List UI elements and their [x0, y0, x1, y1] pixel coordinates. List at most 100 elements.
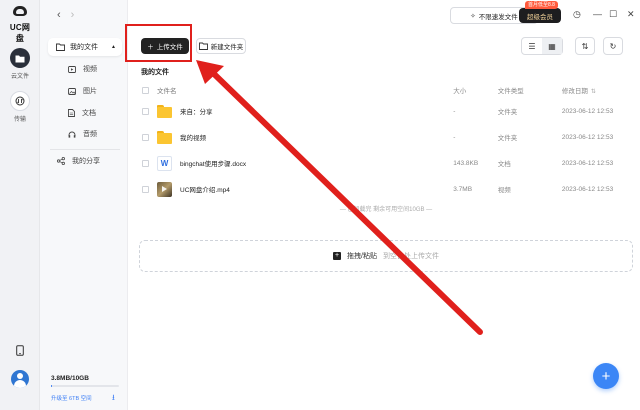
transfer-button[interactable]: [10, 91, 30, 111]
storage-bar-fill: [51, 385, 53, 387]
rail-label-transfer: 传输: [13, 117, 26, 123]
image-icon: [68, 87, 76, 95]
table-row[interactable]: Wbingchat使用步骤.docx 143.8KB 文档 2023-06-12…: [141, 150, 631, 176]
video-thumbnail-icon: [157, 181, 172, 197]
rail-label-cloud-files: 云文件: [10, 74, 29, 80]
new-folder-label: 新建文件夹: [210, 44, 244, 51]
back-arrow-icon[interactable]: ‹: [57, 9, 61, 21]
file-size: -: [453, 133, 456, 141]
table-header: 文件名 大小 文件类型 修改日期 ⇅: [141, 82, 631, 98]
file-date: 2023-06-12 12:53: [561, 107, 614, 115]
headphones-icon: [68, 131, 76, 138]
video-icon: [68, 65, 76, 73]
column-type[interactable]: 文件类型: [498, 85, 562, 95]
send-spark-icon: ✧: [470, 12, 476, 20]
folder-outline-icon: [56, 43, 65, 51]
file-size: 143.8KB: [453, 159, 479, 167]
folder-icon: [157, 130, 172, 145]
sidebar-item-my-files[interactable]: 我的文件 ▲: [48, 38, 122, 56]
row-checkbox[interactable]: [142, 185, 149, 193]
refresh-icon[interactable]: ↻: [603, 37, 623, 55]
upgrade-storage-link[interactable]: 升级至 6TB 空间: [51, 394, 92, 402]
folder-icon: [157, 104, 172, 119]
column-name[interactable]: 文件名: [157, 85, 453, 95]
new-folder-icon: [198, 42, 208, 50]
close-icon[interactable]: ✕: [627, 9, 635, 20]
new-folder-button[interactable]: 新建文件夹: [196, 38, 246, 54]
file-type: 文档: [497, 161, 511, 168]
sidebar-item-my-share[interactable]: 我的分享: [57, 156, 100, 166]
share-icon: [57, 157, 65, 165]
file-name[interactable]: 我的视频: [180, 132, 206, 142]
nav-arrows: ‹ ›: [57, 9, 74, 21]
storage-bar: [51, 385, 119, 387]
main-panel: ✧ 不限速发文件 超级会员 首月低至8.8 ◷ — ☐ ✕ ＋ 上传文件 新建文…: [125, 0, 640, 410]
transfer-icon: [15, 96, 25, 106]
row-checkbox[interactable]: [142, 133, 149, 141]
file-type: 文件夹: [497, 109, 518, 116]
row-checkbox[interactable]: [142, 159, 149, 167]
uc-logo-icon: [12, 6, 28, 20]
sort-arrow-icon: ⇅: [590, 89, 596, 95]
file-date: 2023-06-12 12:53: [561, 185, 614, 193]
speed-button-label: 不限速发文件: [478, 13, 518, 21]
file-size: 3.7MB: [453, 185, 473, 193]
sidebar-item-documents[interactable]: 文档: [68, 108, 96, 118]
sidebar-item-video[interactable]: 视频: [68, 64, 97, 74]
table-row[interactable]: 来自：分享 - 文件夹 2023-06-12 12:53: [141, 98, 631, 124]
app-logo: UC网盘: [7, 6, 33, 44]
column-date-label: 修改日期: [561, 88, 588, 95]
file-type: 文件夹: [497, 135, 518, 142]
sidebar-item-label: 文档: [82, 110, 96, 117]
drop-upload-zone[interactable]: + 拖拽/粘贴 到空白处上传文件: [139, 240, 633, 272]
column-size[interactable]: 大小: [453, 85, 497, 95]
row-checkbox[interactable]: [142, 107, 149, 115]
forward-arrow-icon[interactable]: ›: [71, 9, 75, 21]
mobile-button[interactable]: [10, 340, 30, 360]
list-view-icon[interactable]: ☰: [522, 38, 542, 54]
column-date[interactable]: 修改日期 ⇅: [562, 85, 631, 95]
sidebar-divider: [50, 149, 120, 150]
sidebar-item-images[interactable]: 图片: [68, 86, 97, 96]
sidebar-item-audio[interactable]: 音频: [68, 129, 97, 139]
clock-icon[interactable]: ◷: [573, 9, 581, 20]
sidebar-item-label: 视频: [83, 66, 97, 73]
cloud-files-button[interactable]: [10, 48, 30, 68]
sidebar-item-label: 图片: [83, 88, 97, 95]
select-all-checkbox[interactable]: [142, 86, 149, 94]
file-table: 文件名 大小 文件类型 修改日期 ⇅ 来自：分享 - 文件夹 2023-06-12…: [141, 82, 631, 202]
file-date: 2023-06-12 12:53: [561, 159, 614, 167]
sidebar: ‹ › 我的文件 ▲ 视频 图片 文档 音频 我的分享 3.8MB/10GB 升…: [40, 0, 128, 410]
plus-square-icon: +: [333, 252, 342, 260]
mobile-phone-icon: [16, 344, 24, 356]
highlight-box: [125, 24, 192, 62]
minimize-icon[interactable]: —: [593, 9, 602, 19]
maximize-icon[interactable]: ☐: [609, 9, 617, 20]
file-name[interactable]: bingchat使用步骤.docx: [180, 158, 246, 168]
table-row[interactable]: 我的视频 - 文件夹 2023-06-12 12:53: [141, 124, 631, 150]
drop-zone-label: 拖拽/粘贴: [347, 253, 377, 260]
left-rail: UC网盘 云文件 传输: [0, 0, 40, 410]
storage-usage: 3.8MB/10GB: [51, 375, 89, 382]
page-title: 我的文件: [141, 69, 169, 76]
app-logo-text: UC网盘: [9, 23, 31, 43]
sort-icon[interactable]: ⇅: [575, 37, 595, 55]
view-toggle: ☰ ▦: [521, 37, 563, 55]
plus-icon: +: [601, 367, 611, 385]
file-name[interactable]: 来自：分享: [180, 106, 213, 116]
my-files-label: 我的文件: [70, 44, 98, 51]
upload-arrow-icon[interactable]: ⭳: [112, 392, 115, 406]
document-icon: [68, 109, 75, 117]
file-size: -: [453, 107, 456, 115]
user-avatar[interactable]: [11, 370, 29, 388]
file-date: 2023-06-12 12:53: [561, 133, 614, 141]
add-floating-button[interactable]: +: [593, 363, 619, 389]
grid-view-icon[interactable]: ▦: [542, 38, 562, 54]
sidebar-item-label: 我的分享: [72, 158, 100, 165]
list-end-text: — 已加载完 剩余可用空间10GB —: [339, 207, 433, 213]
super-vip-button[interactable]: 超级会员: [519, 8, 561, 23]
table-row[interactable]: UC网盘介绍.mp4 3.7MB 视频 2023-06-12 12:53: [141, 176, 631, 202]
drop-zone-hint: 到空白处上传文件: [382, 253, 439, 260]
file-type: 视频: [497, 187, 511, 194]
file-name[interactable]: UC网盘介绍.mp4: [180, 184, 230, 194]
